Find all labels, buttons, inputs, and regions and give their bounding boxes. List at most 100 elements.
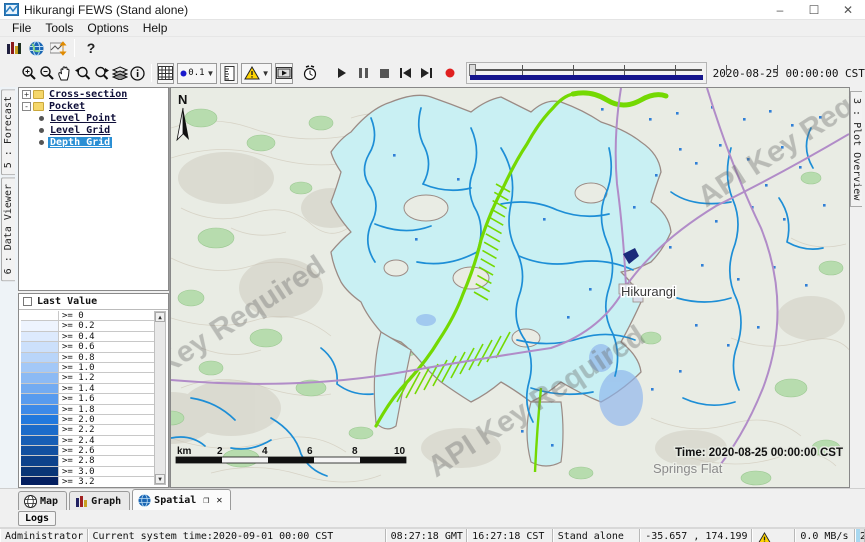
legend-scrollbar[interactable]: ▲ ▼ xyxy=(154,311,166,485)
town-label: Hikurangi xyxy=(621,284,676,299)
ruler-icon[interactable] xyxy=(220,63,237,84)
pan-hand-icon[interactable] xyxy=(56,63,73,84)
tree-item-level-grid[interactable]: Level Grid xyxy=(19,124,168,136)
leaf-bullet-icon xyxy=(39,128,44,133)
minimize-button[interactable]: – xyxy=(763,0,797,19)
tree-item-level-point[interactable]: Level Point xyxy=(19,112,168,124)
chevron-down-icon: ▼ xyxy=(207,69,215,78)
legend-threshold-label: >= 0.6 xyxy=(59,342,154,351)
explorer-bars-icon[interactable] xyxy=(3,38,25,59)
timeline-slider[interactable] xyxy=(466,62,707,84)
status-network-rate: 0.0 MB/s xyxy=(795,529,855,542)
tab-data-viewer[interactable]: 6 : Data Viewer xyxy=(1,177,15,281)
legend-threshold-label: >= 1.0 xyxy=(59,363,154,372)
tree-item-label: Cross-section xyxy=(47,89,129,100)
tree-item-cross-section[interactable]: + Cross-section xyxy=(19,88,168,100)
warning-icon xyxy=(244,66,260,80)
tree-expander-icon[interactable]: + xyxy=(22,90,31,99)
scroll-up-icon[interactable]: ▲ xyxy=(155,312,165,322)
zoom-next-icon[interactable] xyxy=(92,63,111,84)
status-coordinates: -35.657 , 174.199 xyxy=(640,529,751,542)
zoom-in-icon[interactable] xyxy=(20,63,38,84)
folder-icon xyxy=(33,90,44,99)
last-value-checkbox[interactable] xyxy=(23,297,32,306)
tree-item-label: Depth Grid xyxy=(48,137,112,148)
globe-map-icon[interactable] xyxy=(25,38,47,59)
legend-threshold-label: >= 2.8 xyxy=(59,456,154,465)
tree-item-pocket[interactable]: - Pocket xyxy=(19,100,168,112)
legend-threshold-label: >= 3.2 xyxy=(59,477,154,485)
tree-item-depth-grid[interactable]: Depth Grid xyxy=(19,136,168,148)
filter-tree: + Cross-section - PocketLevel PointLevel Gr… xyxy=(18,87,169,291)
tab-maximize-icon[interactable]: ❐ xyxy=(203,495,209,506)
legend-row: >= 1.0 xyxy=(21,363,154,373)
close-button[interactable]: ✕ xyxy=(831,0,865,19)
legend-threshold-label: >= 2.2 xyxy=(59,425,154,434)
map-viewport[interactable]: API Key Required API Key Required API Ke… xyxy=(170,87,850,488)
logs-row: Logs xyxy=(0,510,865,527)
tab-forecast[interactable]: 5 : Forecast xyxy=(1,89,15,175)
tab-plot-overview[interactable]: 3 : Plot Overview xyxy=(850,91,862,207)
help-icon[interactable]: ? xyxy=(80,38,102,59)
menu-file[interactable]: File xyxy=(5,20,38,36)
layers-icon[interactable] xyxy=(111,63,129,84)
svg-text:10: 10 xyxy=(394,446,406,457)
legend-threshold-label: >= 1.8 xyxy=(59,405,154,414)
scroll-down-icon[interactable]: ▼ xyxy=(155,474,165,484)
map-toolbar: 0.1 ▼ ▼ 2020-08-25 00:00:00 CST xyxy=(0,59,865,87)
maximize-button[interactable]: ☐ xyxy=(797,0,831,19)
tab-spatial[interactable]: Spatial ❐ ✕ xyxy=(132,489,231,510)
legend-color-swatch xyxy=(21,342,59,351)
legend-color-swatch xyxy=(21,467,59,476)
tab-graph[interactable]: Graph xyxy=(69,491,130,510)
record-icon[interactable] xyxy=(441,63,458,84)
legend-threshold-label: >= 3.0 xyxy=(59,467,154,476)
main-toolbar: ? xyxy=(0,37,865,59)
globe-icon xyxy=(138,494,151,507)
legend-row: >= 0 xyxy=(21,311,154,321)
legend-rows: >= 0>= 0.2>= 0.4>= 0.6>= 0.8>= 1.0>= 1.2… xyxy=(21,311,154,485)
tree-item-label: Pocket xyxy=(47,101,87,112)
play-icon[interactable] xyxy=(333,63,350,84)
legend-row: >= 1.4 xyxy=(21,384,154,394)
legend-row: >= 2.8 xyxy=(21,456,154,466)
animation-panel-icon[interactable] xyxy=(275,63,293,84)
legend-threshold-label: >= 1.2 xyxy=(59,373,154,382)
legend-threshold-label: >= 0.4 xyxy=(59,332,154,341)
skip-start-icon[interactable] xyxy=(397,63,414,84)
toolbar-separator xyxy=(74,39,75,57)
legend-row: >= 2.2 xyxy=(21,425,154,435)
animation-clock-icon[interactable] xyxy=(301,63,319,84)
menu-tools[interactable]: Tools xyxy=(38,20,80,36)
classbreaks-dropdown[interactable]: 0.1 ▼ xyxy=(177,63,217,84)
legend-row: >= 2.0 xyxy=(21,415,154,425)
classbreak-value: 0.1 xyxy=(188,68,204,78)
tab-close-icon[interactable]: ✕ xyxy=(216,495,222,506)
legend-threshold-label: >= 2.4 xyxy=(59,436,154,445)
area-label: Springs Flat xyxy=(653,461,723,476)
timeseries-chart-icon[interactable] xyxy=(47,38,69,59)
menu-options[interactable]: Options xyxy=(80,20,135,36)
menu-bar: File Tools Options Help xyxy=(0,20,865,37)
timeline-track xyxy=(471,69,702,71)
legend-row: >= 1.2 xyxy=(21,373,154,383)
menu-help[interactable]: Help xyxy=(136,20,175,36)
tree-item-label: Level Point xyxy=(48,113,118,124)
legend-color-swatch xyxy=(21,363,59,372)
tab-map[interactable]: Map xyxy=(18,491,67,510)
zoom-previous-icon[interactable] xyxy=(73,63,92,84)
tree-expander-icon[interactable]: - xyxy=(22,102,31,111)
bar-chart-icon xyxy=(75,495,88,507)
legend-color-swatch xyxy=(21,456,59,465)
stop-icon[interactable] xyxy=(376,63,393,84)
grid-icon[interactable] xyxy=(157,63,174,84)
zoom-out-icon[interactable] xyxy=(38,63,56,84)
legend-color-swatch xyxy=(21,373,59,382)
skip-end-icon[interactable] xyxy=(418,63,435,84)
status-warning-cell[interactable] xyxy=(752,529,796,542)
logs-button[interactable]: Logs xyxy=(18,511,56,526)
pause-icon[interactable] xyxy=(355,63,372,84)
warning-dropdown[interactable]: ▼ xyxy=(241,63,273,84)
info-icon[interactable] xyxy=(129,63,146,84)
legend-row: >= 1.8 xyxy=(21,405,154,415)
